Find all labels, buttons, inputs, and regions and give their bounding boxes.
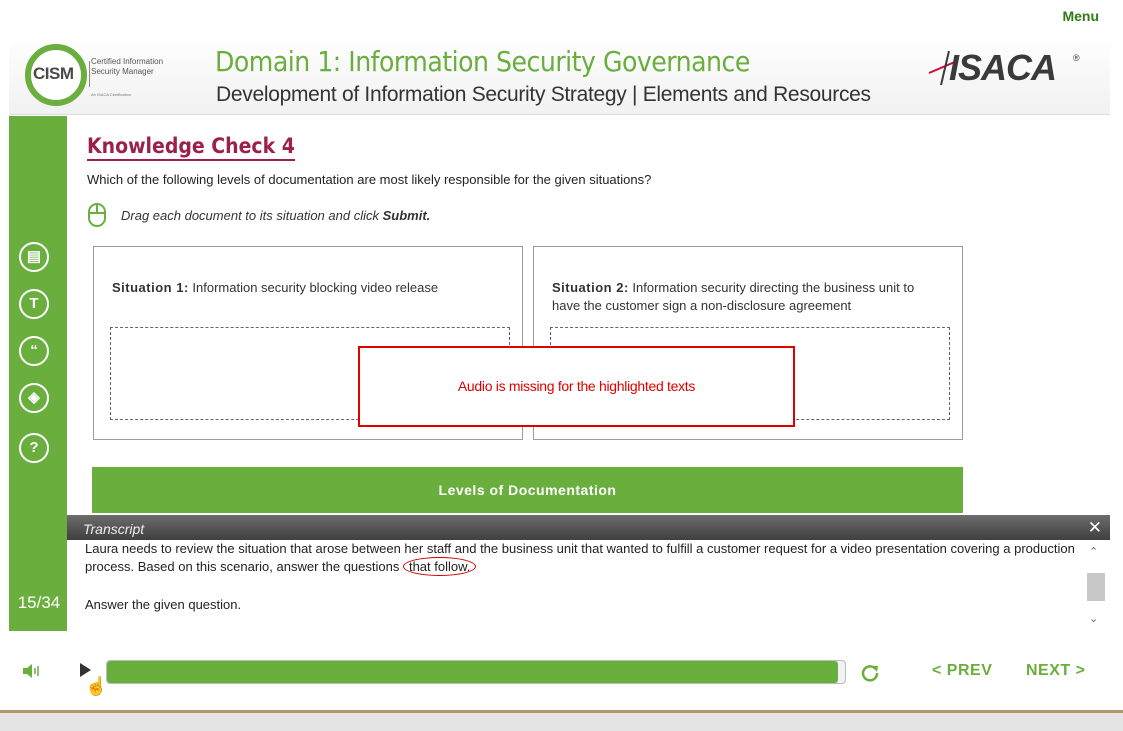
progress-bar[interactable] [106, 660, 846, 684]
cism-logo: CISM Certified Information Security Mana… [23, 41, 213, 107]
progress-fill [107, 661, 838, 683]
play-icon[interactable] [80, 663, 91, 677]
transcript-scrollbar[interactable]: ⌃ ⌄ [1086, 545, 1105, 625]
cism-logo-word: CISM [33, 64, 74, 83]
cism-logo-divider [89, 61, 90, 87]
isaca-logo-reg: ® [1073, 53, 1080, 63]
cism-logo-tagline: Certified Information Security Manager [91, 57, 163, 77]
player-controls: ☝ < PREV NEXT > [0, 644, 1123, 704]
situation-1-description: Information security blocking video rele… [192, 280, 439, 295]
cism-logo-fine-print: An ISACA Certification [91, 92, 132, 97]
transcript-panel: Transcript ✕ Laura needs to review the s… [67, 515, 1110, 631]
course-header: CISM Certified Information Security Mana… [9, 35, 1110, 115]
audio-missing-annotation: Audio is missing for the highlighted tex… [358, 346, 795, 427]
replay-icon[interactable] [860, 663, 880, 683]
situation-2-label: Situation 2: [552, 280, 629, 295]
sidebar: ▤ T “ ◈ ? 15/34 [9, 116, 67, 631]
mouse-icon [88, 203, 106, 227]
scroll-down-icon[interactable]: ⌄ [1089, 612, 1098, 625]
transcript-header: Transcript ✕ [67, 515, 1110, 540]
cism-tagline-line-1: Certified Information [91, 57, 164, 66]
close-icon[interactable]: ✕ [1088, 518, 1102, 538]
isaca-logo-word: ISACA [949, 47, 1057, 88]
isaca-logo: ISACA ® [927, 47, 1087, 88]
highlighted-text: that follow. [402, 557, 477, 576]
question-text: Which of the following levels of documen… [87, 172, 652, 187]
volume-icon[interactable] [22, 664, 40, 678]
cism-tagline-line-2: Security Manager [91, 67, 154, 76]
domain-title: Domain 1: Information Security Governanc… [215, 45, 750, 78]
transcript-toggle-icon[interactable]: T [19, 289, 49, 319]
situation-1-label: Situation 1: [112, 280, 189, 295]
menu-link[interactable]: Menu [1062, 8, 1099, 24]
page-counter: 15/34 [17, 593, 61, 612]
situation-2-text: Situation 2: Information security direct… [552, 279, 932, 315]
scroll-up-icon[interactable]: ⌃ [1089, 545, 1098, 558]
drag-instruction: Drag each document to its situation and … [121, 208, 430, 223]
transcript-body: Laura needs to review the situation that… [85, 540, 1075, 634]
instruction-text: Drag each document to its situation and … [121, 208, 383, 223]
prev-button[interactable]: < PREV [932, 662, 992, 680]
instruction-action: Submit. [382, 208, 431, 223]
topic-subtitle: Development of Information Security Stra… [216, 83, 871, 106]
transcript-paragraph-1: Laura needs to review the situation that… [85, 540, 1075, 576]
knowledge-check-panel: Knowledge Check 4 Which of the following… [67, 116, 1110, 516]
next-button[interactable]: NEXT > [1026, 662, 1085, 680]
levels-of-documentation-bar[interactable]: Levels of Documentation [92, 467, 963, 513]
transcript-text: Laura needs to review the situation that… [85, 541, 1075, 574]
transcript-title: Transcript [83, 521, 145, 537]
hand-cursor-icon: ☝ [85, 676, 108, 696]
glossary-icon[interactable]: ▤ [19, 242, 49, 272]
help-icon[interactable]: ? [19, 433, 49, 463]
situation-1-text: Situation 1: Information security blocki… [112, 279, 438, 297]
transcript-paragraph-2: Answer the given question. [85, 597, 242, 612]
scrollbar-thumb[interactable] [1087, 573, 1105, 601]
quote-icon[interactable]: “ [19, 336, 49, 366]
window-bottom-strip [0, 710, 1123, 731]
knowledge-check-title: Knowledge Check 4 [87, 134, 295, 161]
course-player: Menu CISM Certified Information Security… [0, 0, 1123, 731]
resources-icon[interactable]: ◈ [19, 383, 49, 413]
